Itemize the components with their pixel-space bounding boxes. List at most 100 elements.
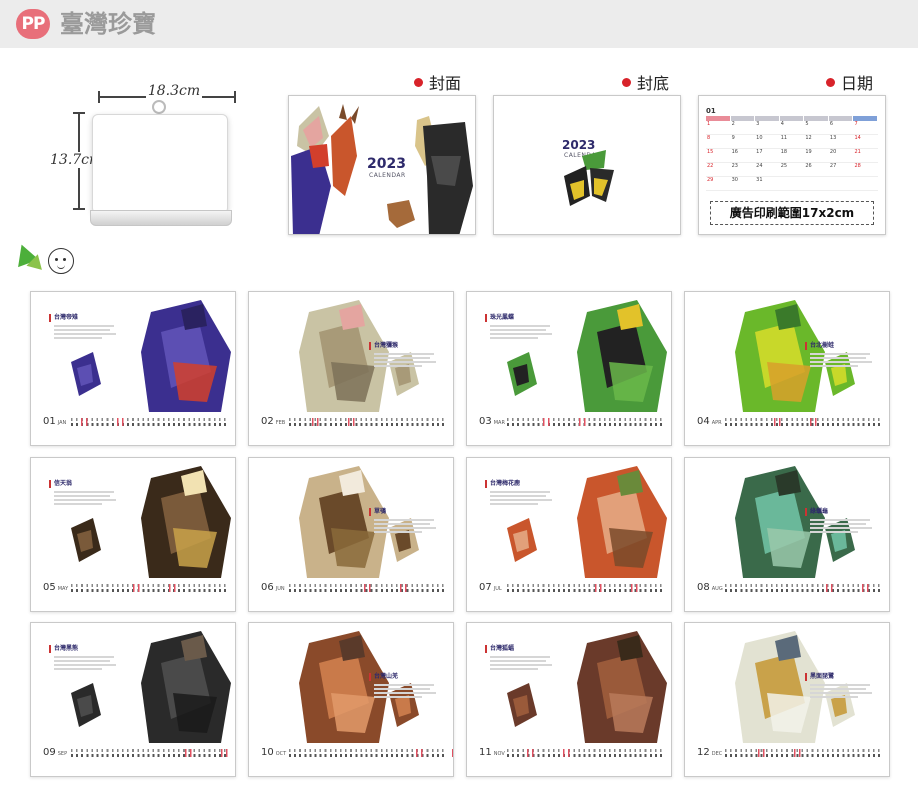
print-area-note: 廣告印刷範圍17x2cm: [710, 201, 874, 225]
month-number: 01 JAN: [43, 416, 67, 427]
month-name: MAY: [57, 586, 69, 592]
cover-label: 封面: [414, 70, 461, 94]
month-name: FEB: [275, 420, 286, 426]
month-card-03[interactable]: 珠光鳳蝶 03 MAR: [466, 291, 672, 446]
month-number: 02 FEB: [261, 416, 286, 427]
dates-mini-grid: 1234567 8 9 10 11 12 13 14 15 16 17 18 19 20 21 22 23…: [706, 116, 878, 191]
month-number: 08 AUG: [697, 582, 723, 593]
month-name: DEC: [711, 751, 723, 757]
month-card-10[interactable]: 台灣山羌 10 OCT: [248, 622, 454, 777]
month-card-12[interactable]: 黑面琵鷺 12 DEC: [684, 622, 890, 777]
cover-subtitle: CALENDAR: [369, 172, 406, 179]
month-card-07[interactable]: 台灣梅花鹿 07 JUL: [466, 457, 672, 612]
species-title: 台灣獼猴: [369, 342, 439, 350]
species-text-block: 草鴞: [369, 508, 439, 535]
species-text-block: 台灣黑熊: [49, 645, 119, 672]
day-strip: [507, 584, 663, 594]
species-text-block: 綠蠵龜: [805, 508, 875, 535]
brand-title: 臺灣珍寶: [60, 10, 156, 38]
month-card-06[interactable]: 草鴞 06 JUN: [248, 457, 454, 612]
day-strip: [725, 584, 881, 594]
desk-calendar-illustration: [90, 100, 232, 226]
cover-preview[interactable]: 2023 CALENDAR: [288, 95, 476, 235]
month-name: AUG: [711, 586, 723, 592]
ring-hook-icon: [152, 100, 166, 114]
butterfly-illustration: [564, 150, 614, 206]
month-card-09[interactable]: 台灣黑熊 09 SEP: [30, 622, 236, 777]
back-preview[interactable]: 2023 CALENDAR: [493, 95, 681, 235]
logo-badge[interactable]: PP: [16, 9, 50, 39]
species-title: 台灣黑熊: [49, 645, 119, 653]
day-strip: [507, 418, 663, 428]
day-strip: [725, 418, 881, 428]
product-page: PP 臺灣珍寶 18.3cm 13.7cm 封面 封底 日期 2023 CALE…: [0, 0, 918, 800]
day-strip: [71, 749, 231, 759]
species-text-block: 台北樹蛙: [805, 342, 875, 369]
month-card-08[interactable]: 綠蠵龜 08 AUG: [684, 457, 890, 612]
header-bar: PP 臺灣珍寶: [0, 0, 918, 48]
month-name: JUL: [493, 586, 502, 592]
month-name: JUN: [275, 586, 285, 592]
day-strip: [725, 749, 881, 759]
month-number: 11 NOV: [479, 747, 505, 758]
day-strip: [71, 584, 227, 594]
species-text-block: 台灣山羌: [369, 673, 439, 700]
width-label: 18.3cm: [146, 83, 202, 99]
month-number: 05 MAY: [43, 582, 69, 593]
species-text-block: 信天翁: [49, 480, 119, 507]
day-strip: [71, 418, 227, 428]
month-name: OCT: [275, 751, 287, 757]
species-title: 信天翁: [49, 480, 119, 488]
month-number: 07 JUL: [479, 582, 502, 593]
month-number: 12 DEC: [697, 747, 723, 758]
species-title: 珠光鳳蝶: [485, 314, 555, 322]
month-card-02[interactable]: 台灣獼猴 02 FEB: [248, 291, 454, 446]
species-text-block: 珠光鳳蝶: [485, 314, 555, 341]
species-text-block: 台灣梅花鹿: [485, 480, 555, 507]
day-strip: [289, 749, 453, 759]
month-card-05[interactable]: 信天翁 05 MAY: [30, 457, 236, 612]
month-name: JAN: [57, 420, 67, 426]
month-number: 04 APR: [697, 416, 722, 427]
species-text-block: 台灣帝雉: [49, 314, 119, 341]
birdwing-butterfly-illustration-icon: [507, 300, 667, 412]
species-title: 台北樹蛙: [805, 342, 875, 350]
black-bear-illustration-icon: [71, 631, 231, 743]
month-name: NOV: [493, 751, 505, 757]
species-title: 台灣帝雉: [49, 314, 119, 322]
species-title: 台灣狐蝠: [485, 645, 555, 653]
mikado-pheasant-illustration-icon: [71, 300, 231, 412]
species-title: 黑面琵鷺: [805, 673, 875, 681]
species-title: 綠蠵龜: [805, 508, 875, 516]
bullet-dot-icon: [622, 78, 631, 87]
calendar-base: [90, 210, 232, 226]
day-strip: [289, 418, 445, 428]
species-text-block: 黑面琵鷺: [805, 673, 875, 700]
day-strip: [507, 749, 663, 759]
species-text-block: 台灣狐蝠: [485, 645, 555, 672]
species-title: 台灣梅花鹿: [485, 480, 555, 488]
dates-month-number: 01: [706, 107, 716, 115]
fruit-bat-illustration-icon: [507, 631, 667, 743]
albatross-illustration-icon: [71, 466, 231, 578]
month-card-01[interactable]: 台灣帝雉 01 JAN: [30, 291, 236, 446]
bullet-dot-icon: [826, 78, 835, 87]
day-strip: [289, 584, 445, 594]
dates-preview[interactable]: 01 1234567 8 9 10 11 12 13 14 15 16 17 18 19 20 21 2…: [698, 95, 886, 235]
month-name: MAR: [493, 420, 505, 426]
month-card-04[interactable]: 台北樹蛙 04 APR: [684, 291, 890, 446]
month-number: 06 JUN: [261, 582, 285, 593]
month-name: APR: [711, 420, 722, 426]
girl-face-icon: [48, 248, 74, 274]
month-name: SEP: [57, 751, 68, 757]
cover-year: 2023: [367, 156, 406, 172]
month-number: 03 MAR: [479, 416, 505, 427]
green-triangle-icon: [26, 252, 46, 270]
species-title: 台灣山羌: [369, 673, 439, 681]
bullet-dot-icon: [414, 78, 423, 87]
dates-label: 日期: [826, 70, 873, 94]
back-label: 封底: [622, 70, 669, 94]
month-card-11[interactable]: 台灣狐蝠 11 NOV: [466, 622, 672, 777]
month-number: 10 OCT: [261, 747, 287, 758]
species-title: 草鴞: [369, 508, 439, 516]
